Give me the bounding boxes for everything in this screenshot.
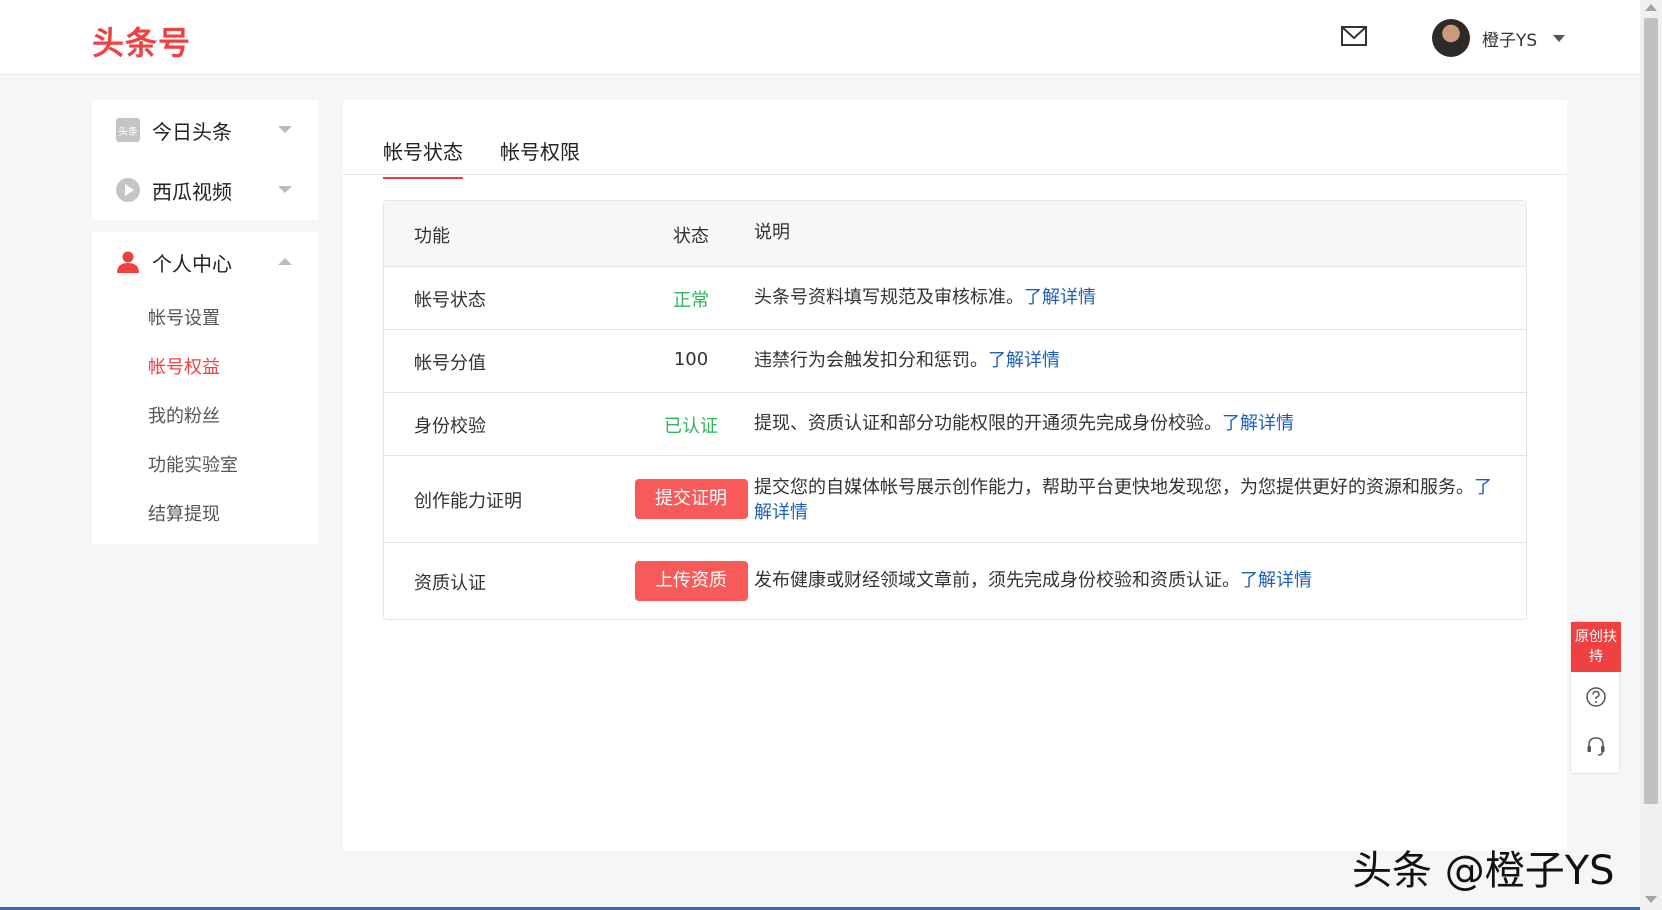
scroll-up-arrow-icon[interactable] bbox=[1645, 4, 1657, 11]
description: 头条号资料填写规范及审核标准。了解详情 bbox=[754, 285, 1494, 310]
toutiao-icon: 头条 bbox=[116, 118, 140, 142]
table-row: 身份校验 已认证 提现、资质认证和部分功能权限的开通须先完成身份校验。了解详情 bbox=[384, 393, 1526, 456]
feature-name: 资质认证 bbox=[414, 573, 486, 594]
sidebar-item-personal-center[interactable]: 个人中心 bbox=[92, 240, 318, 284]
sidebar-item-account-settings[interactable]: 帐号设置 bbox=[148, 304, 220, 330]
xigua-play-icon bbox=[116, 178, 140, 202]
submit-proof-button[interactable]: 提交证明 bbox=[634, 479, 748, 519]
table-row: 创作能力证明 提交证明 提交您的自媒体帐号展示创作能力，帮助平台更快地发现您，为… bbox=[384, 456, 1526, 543]
table-row: 资质认证 上传资质 发布健康或财经领域文章前，须先完成身份校验和资质认证。了解详… bbox=[384, 543, 1526, 619]
floating-help-panel: 原创扶持 bbox=[1570, 621, 1621, 774]
customer-service-icon[interactable] bbox=[1585, 735, 1607, 757]
column-header-description: 说明 bbox=[754, 222, 790, 243]
upload-qualification-button[interactable]: 上传资质 bbox=[634, 561, 748, 601]
top-bar: 头条号 橙子YS bbox=[0, 0, 1640, 75]
table-row: 帐号状态 正常 头条号资料填写规范及审核标准。了解详情 bbox=[384, 267, 1526, 330]
description-text: 发布健康或财经领域文章前，须先完成身份校验和资质认证。 bbox=[754, 570, 1240, 591]
sidebar-item-toutiao[interactable]: 头条 今日头条 bbox=[92, 108, 318, 152]
main-panel: 帐号状态 帐号权限 功能 状态 说明 帐号状态 正常 头条号资料填写规范及审核标… bbox=[343, 100, 1567, 850]
sidebar-item-label: 今日头条 bbox=[152, 119, 232, 144]
help-icon[interactable] bbox=[1585, 686, 1607, 708]
feature-name: 帐号状态 bbox=[414, 290, 486, 311]
learn-more-link[interactable]: 了解详情 bbox=[1222, 413, 1294, 434]
personal-center-menu: 个人中心 帐号设置 帐号权益 我的粉丝 功能实验室 结算提现 bbox=[92, 232, 318, 544]
chevron-down-icon[interactable] bbox=[278, 126, 292, 133]
description: 发布健康或财经领域文章前，须先完成身份校验和资质认证。了解详情 bbox=[754, 568, 1494, 593]
description-text: 提交您的自媒体帐号展示创作能力，帮助平台更快地发现您，为您提供更好的资源和服务。 bbox=[754, 477, 1474, 498]
person-icon bbox=[116, 250, 140, 274]
sidebar-item-settlement[interactable]: 结算提现 bbox=[148, 500, 220, 526]
description: 违禁行为会触发扣分和惩罚。了解详情 bbox=[754, 348, 1494, 373]
learn-more-link[interactable]: 了解详情 bbox=[1240, 570, 1312, 591]
tab-bar: 帐号状态 帐号权限 bbox=[343, 100, 1567, 179]
feature-name: 身份校验 bbox=[414, 416, 486, 437]
caret-down-icon[interactable] bbox=[1553, 34, 1566, 42]
feature-name: 帐号分值 bbox=[414, 353, 486, 374]
chevron-up-icon[interactable] bbox=[278, 258, 292, 265]
chevron-down-icon[interactable] bbox=[278, 186, 292, 193]
sidebar-item-label: 个人中心 bbox=[152, 251, 232, 276]
status-table: 功能 状态 说明 帐号状态 正常 头条号资料填写规范及审核标准。了解详情 帐号分… bbox=[383, 200, 1527, 620]
feature-name: 创作能力证明 bbox=[414, 491, 522, 512]
tab-account-permissions[interactable]: 帐号权限 bbox=[500, 136, 580, 177]
sidebar-item-account-benefits[interactable]: 帐号权益 bbox=[148, 353, 220, 379]
description: 提交您的自媒体帐号展示创作能力，帮助平台更快地发现您，为您提供更好的资源和服务。… bbox=[754, 475, 1494, 525]
watermark: 头条 @橙子YS bbox=[1352, 848, 1615, 894]
avatar[interactable] bbox=[1432, 19, 1470, 57]
tab-account-status[interactable]: 帐号状态 bbox=[383, 136, 463, 179]
toutiaohao-logo[interactable]: 头条号 bbox=[92, 18, 191, 64]
sidebar-item-feature-lab[interactable]: 功能实验室 bbox=[148, 451, 238, 477]
scrollbar-thumb[interactable] bbox=[1644, 18, 1658, 804]
table-row: 帐号分值 100 违禁行为会触发扣分和惩罚。了解详情 bbox=[384, 330, 1526, 393]
learn-more-link[interactable]: 了解详情 bbox=[1024, 287, 1096, 308]
scroll-down-arrow-icon[interactable] bbox=[1645, 896, 1657, 903]
description: 提现、资质认证和部分功能权限的开通须先完成身份校验。了解详情 bbox=[754, 411, 1494, 436]
sidebar-item-my-fans[interactable]: 我的粉丝 bbox=[148, 402, 220, 428]
description-text: 头条号资料填写规范及审核标准。 bbox=[754, 287, 1024, 308]
username[interactable]: 橙子YS bbox=[1482, 26, 1537, 51]
user-menu[interactable]: 橙子YS bbox=[1432, 19, 1566, 57]
table-header-row: 功能 状态 说明 bbox=[384, 201, 1526, 267]
sidebar-item-label: 西瓜视频 bbox=[152, 179, 232, 204]
description-text: 提现、资质认证和部分功能权限的开通须先完成身份校验。 bbox=[754, 413, 1222, 434]
sidebar-item-xigua[interactable]: 西瓜视频 bbox=[92, 168, 318, 212]
mail-icon[interactable] bbox=[1340, 24, 1368, 48]
column-header-feature: 功能 bbox=[414, 226, 450, 247]
original-support-button[interactable]: 原创扶持 bbox=[1571, 622, 1621, 672]
learn-more-link[interactable]: 了解详情 bbox=[988, 350, 1060, 371]
platform-menu: 头条 今日头条 西瓜视频 bbox=[92, 100, 318, 220]
description-text: 违禁行为会触发扣分和惩罚。 bbox=[754, 350, 988, 371]
